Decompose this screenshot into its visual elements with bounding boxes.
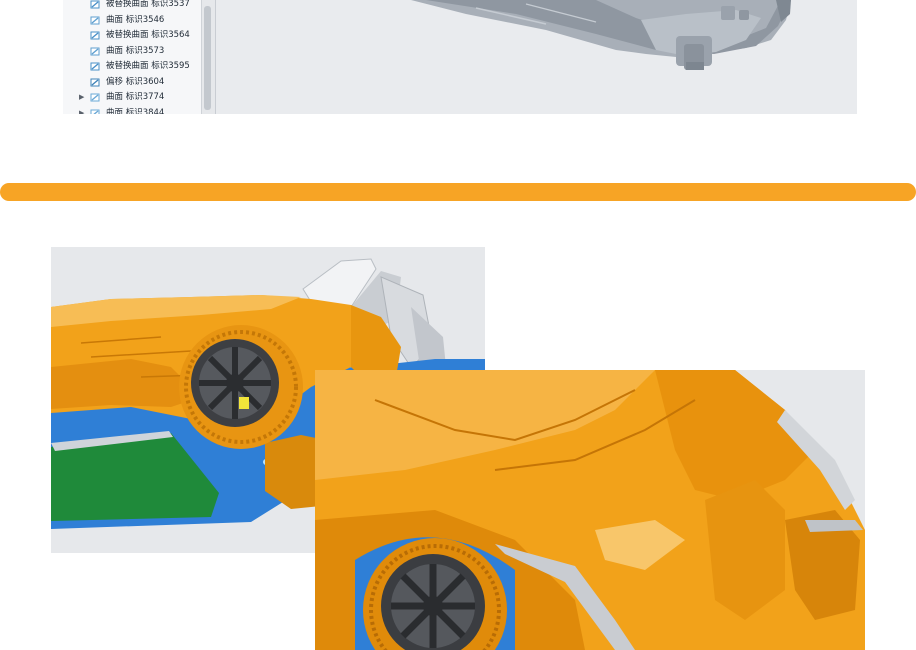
model-tree-item[interactable]: 曲面 标识3573 <box>63 44 203 59</box>
model-tree-item-label: 被替换曲面 标识3564 <box>106 30 190 40</box>
surface-group-icon <box>90 93 100 102</box>
model-tree-item[interactable]: 偏移 标识3604 <box>63 75 203 90</box>
offset-icon <box>90 78 100 87</box>
expand-arrow-icon[interactable]: ▶ <box>79 106 84 115</box>
replaced-surface-icon <box>90 62 100 71</box>
section-divider-bar <box>0 183 916 201</box>
model-tree-item[interactable]: ▶ 曲面 标识3844 <box>63 106 203 115</box>
model-tree-scrollbar-thumb[interactable] <box>204 6 211 110</box>
cad-3d-viewport[interactable] <box>216 0 857 114</box>
surface-group-icon <box>90 109 100 114</box>
car-front-render-image <box>315 370 865 650</box>
car-wheel <box>179 325 303 449</box>
model-tree-item[interactable]: 被替换曲面 标识3564 <box>63 28 203 43</box>
model-tree-panel: 被替换曲面 标识3537 曲面 标识3546 被替换曲面 标识3564 曲面 标识35… <box>63 0 216 114</box>
model-tree-item[interactable]: 被替换曲面 标识3595 <box>63 59 203 74</box>
model-tree-item-label: 偏移 标识3604 <box>106 76 165 87</box>
model-tree-item[interactable]: 被替换曲面 标识3537 <box>63 0 203 12</box>
replaced-surface-icon <box>90 31 100 40</box>
model-tree-item[interactable]: 曲面 标识3546 <box>63 13 203 28</box>
surface-icon <box>90 47 100 56</box>
model-tree-item-label: 曲面 标识3844 <box>106 107 165 115</box>
model-tree-item-label: 被替换曲面 标识3595 <box>106 61 190 71</box>
replaced-surface-icon <box>90 0 100 9</box>
model-tree-item-label: 曲面 标识3573 <box>106 45 165 56</box>
surface-icon <box>90 16 100 25</box>
model-tree-item-label: 被替换曲面 标识3537 <box>106 0 190 9</box>
model-tree-item[interactable]: ▶ 曲面 标识3774 <box>63 90 203 105</box>
model-tree-item-label: 曲面 标识3546 <box>106 14 165 25</box>
model-tree-item-label: 曲面 标识3774 <box>106 92 165 102</box>
expand-arrow-icon[interactable]: ▶ <box>79 90 84 105</box>
cad-window: 被替换曲面 标识3537 曲面 标识3546 被替换曲面 标识3564 曲面 标识35… <box>63 0 857 114</box>
